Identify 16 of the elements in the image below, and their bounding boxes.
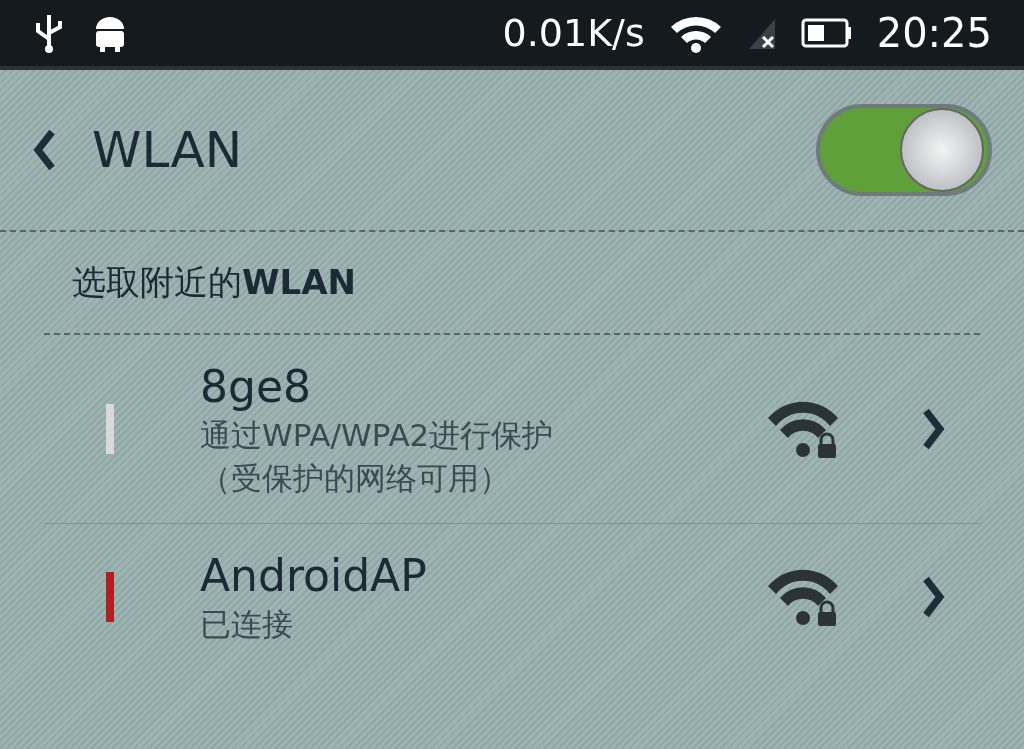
chevron-icon <box>922 575 946 620</box>
section-title: 选取附近的WLAN <box>72 261 356 304</box>
network-status: 通过WPA/WPA2进行保护 <box>200 416 555 455</box>
network-speed: 0.01K/s <box>502 9 645 57</box>
chevron-icon <box>922 407 946 452</box>
clock: 20:25 <box>876 9 992 58</box>
page-title: WLAN <box>92 119 243 181</box>
network-status: （受保护的网络可用） <box>200 458 511 498</box>
network-row[interactable]: AndroidAP 已连接 <box>44 524 980 670</box>
network-status: 已连接 <box>200 605 294 645</box>
wlan-toggle[interactable] <box>816 104 992 196</box>
battery-icon <box>800 17 853 49</box>
network-name: 8ge8 <box>200 360 312 414</box>
network-name: AndroidAP <box>200 549 428 604</box>
back-icon[interactable] <box>32 128 56 172</box>
network-row[interactable]: 8ge8 通过WPA/WPA2进行保护 （受保护的网络可用） <box>44 335 980 525</box>
